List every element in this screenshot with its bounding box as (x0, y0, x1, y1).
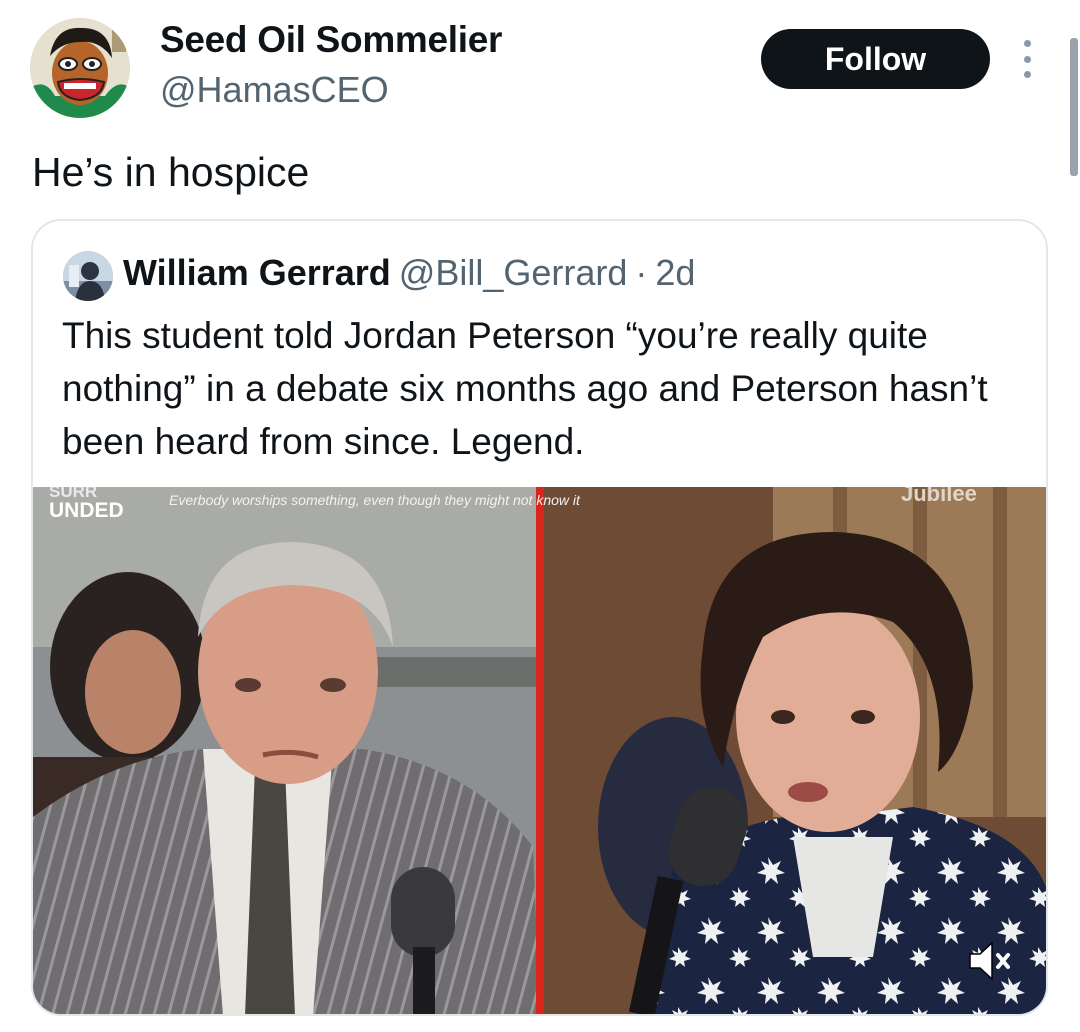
cartoon-avatar-icon (30, 18, 130, 118)
volume-muted-icon[interactable] (962, 934, 1016, 988)
quoted-tweet-card[interactable]: William Gerrard @Bill_Gerrard · 2d This stu… (31, 219, 1048, 1016)
quoted-author-avatar[interactable] (63, 251, 113, 301)
quoted-author-handle[interactable]: @Bill_Gerrard (399, 252, 628, 293)
debate-video-thumbnail: SURR UNDED Everbody worships something, … (33, 487, 1046, 1014)
video-caption: Everbody worships something, even though… (169, 492, 581, 508)
tweet-text: He’s in hospice (32, 149, 310, 195)
scrollbar[interactable] (1070, 38, 1078, 176)
author-avatar[interactable] (30, 18, 130, 118)
quoted-tweet-text: This student told Jordan Peterson “you’r… (62, 315, 988, 462)
person-photo-icon (63, 251, 113, 301)
quoted-media-image[interactable]: SURR UNDED Everbody worships something, … (33, 487, 1046, 1014)
surrounded-logo-line2: UNDED (49, 499, 124, 522)
jubilee-logo: Jubilee (901, 487, 977, 506)
quoted-author-name[interactable]: William Gerrard (123, 252, 391, 293)
author-display-name[interactable]: Seed Oil Sommelier (160, 18, 502, 62)
quoted-timestamp[interactable]: 2d (655, 252, 695, 293)
more-options-icon[interactable] (1016, 40, 1038, 78)
follow-button[interactable]: Follow (761, 29, 990, 89)
author-handle[interactable]: @HamasCEO (160, 68, 389, 112)
separator-dot: · (635, 252, 648, 293)
quoted-tweet-header: William Gerrard @Bill_Gerrard · 2d (123, 250, 695, 296)
